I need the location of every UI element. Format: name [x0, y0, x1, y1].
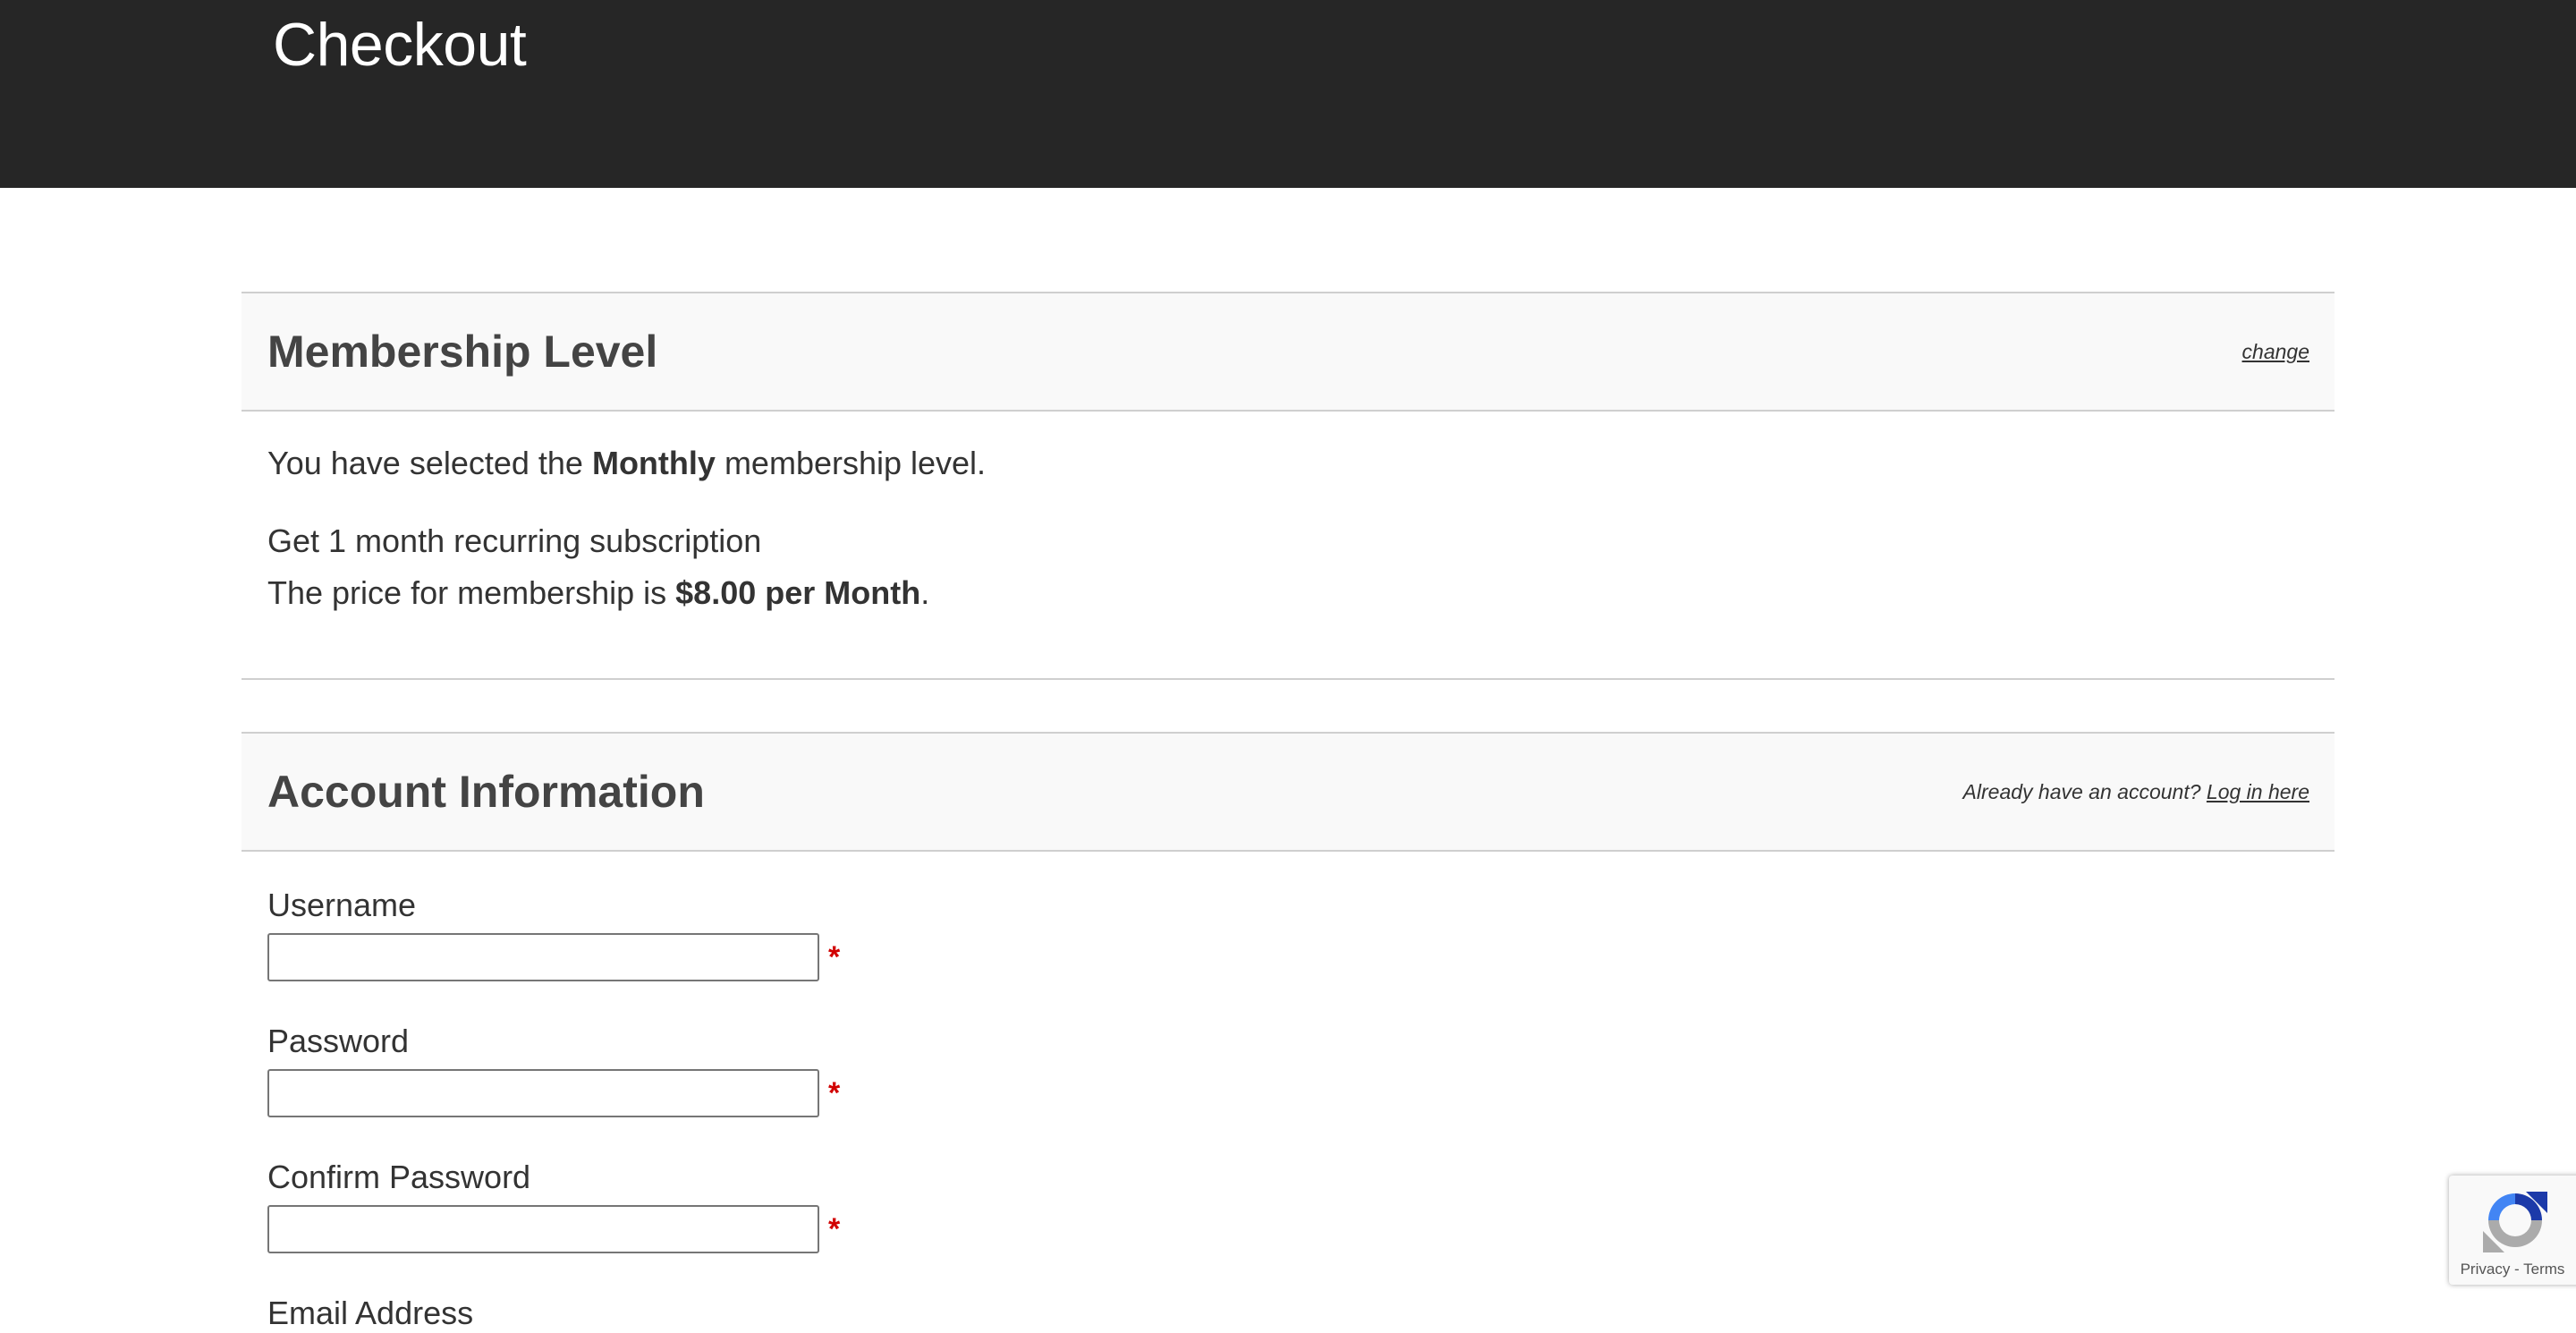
password-required-marker: *: [828, 1076, 841, 1110]
recaptcha-badge[interactable]: Privacy - Terms: [2449, 1176, 2576, 1285]
confirm-password-label: Confirm Password: [267, 1159, 531, 1195]
price-suffix: .: [920, 574, 930, 611]
section-divider: [242, 678, 2334, 680]
login-prompt: Already have an account? Log in here: [1963, 778, 2309, 805]
selected-level-name: Monthly: [591, 445, 716, 481]
selected-level-prefix: You have selected the: [267, 445, 592, 481]
membership-level-header: Membership Level change: [242, 292, 2334, 412]
confirm-password-required-marker: *: [828, 1212, 841, 1246]
confirm-password-input[interactable]: [267, 1205, 819, 1253]
price-value: $8.00 per Month: [675, 574, 921, 611]
site-header: Checkout: [0, 0, 2576, 188]
email-address-label: Email Address: [267, 1295, 474, 1331]
level-description: Get 1 month recurring subscription: [267, 522, 762, 559]
password-label: Password: [267, 1023, 410, 1059]
login-prompt-text: Already have an account?: [1962, 780, 2207, 803]
username-label: Username: [267, 887, 417, 923]
username-required-marker: *: [828, 940, 841, 974]
account-information-header: Account Information Already have an acco…: [242, 732, 2334, 852]
login-link[interactable]: Log in here: [2207, 780, 2309, 803]
password-input[interactable]: [267, 1069, 819, 1117]
price-prefix: The price for membership is: [267, 574, 676, 611]
change-level-link[interactable]: change: [2242, 340, 2309, 363]
recaptcha-icon: [2483, 1192, 2547, 1252]
username-input[interactable]: [267, 933, 819, 981]
page-title: Checkout: [273, 11, 527, 79]
selected-level-suffix: membership level.: [715, 445, 987, 481]
account-information-heading: Account Information: [267, 767, 705, 817]
selected-level-text: You have selected the Monthly membership…: [267, 444, 986, 483]
change-link-wrap: change: [2242, 338, 2309, 365]
level-price-text: The price for membership is $8.00 per Mo…: [267, 573, 929, 613]
membership-level-heading: Membership Level: [267, 327, 658, 377]
recaptcha-privacy-terms[interactable]: Privacy - Terms: [2449, 1260, 2576, 1279]
